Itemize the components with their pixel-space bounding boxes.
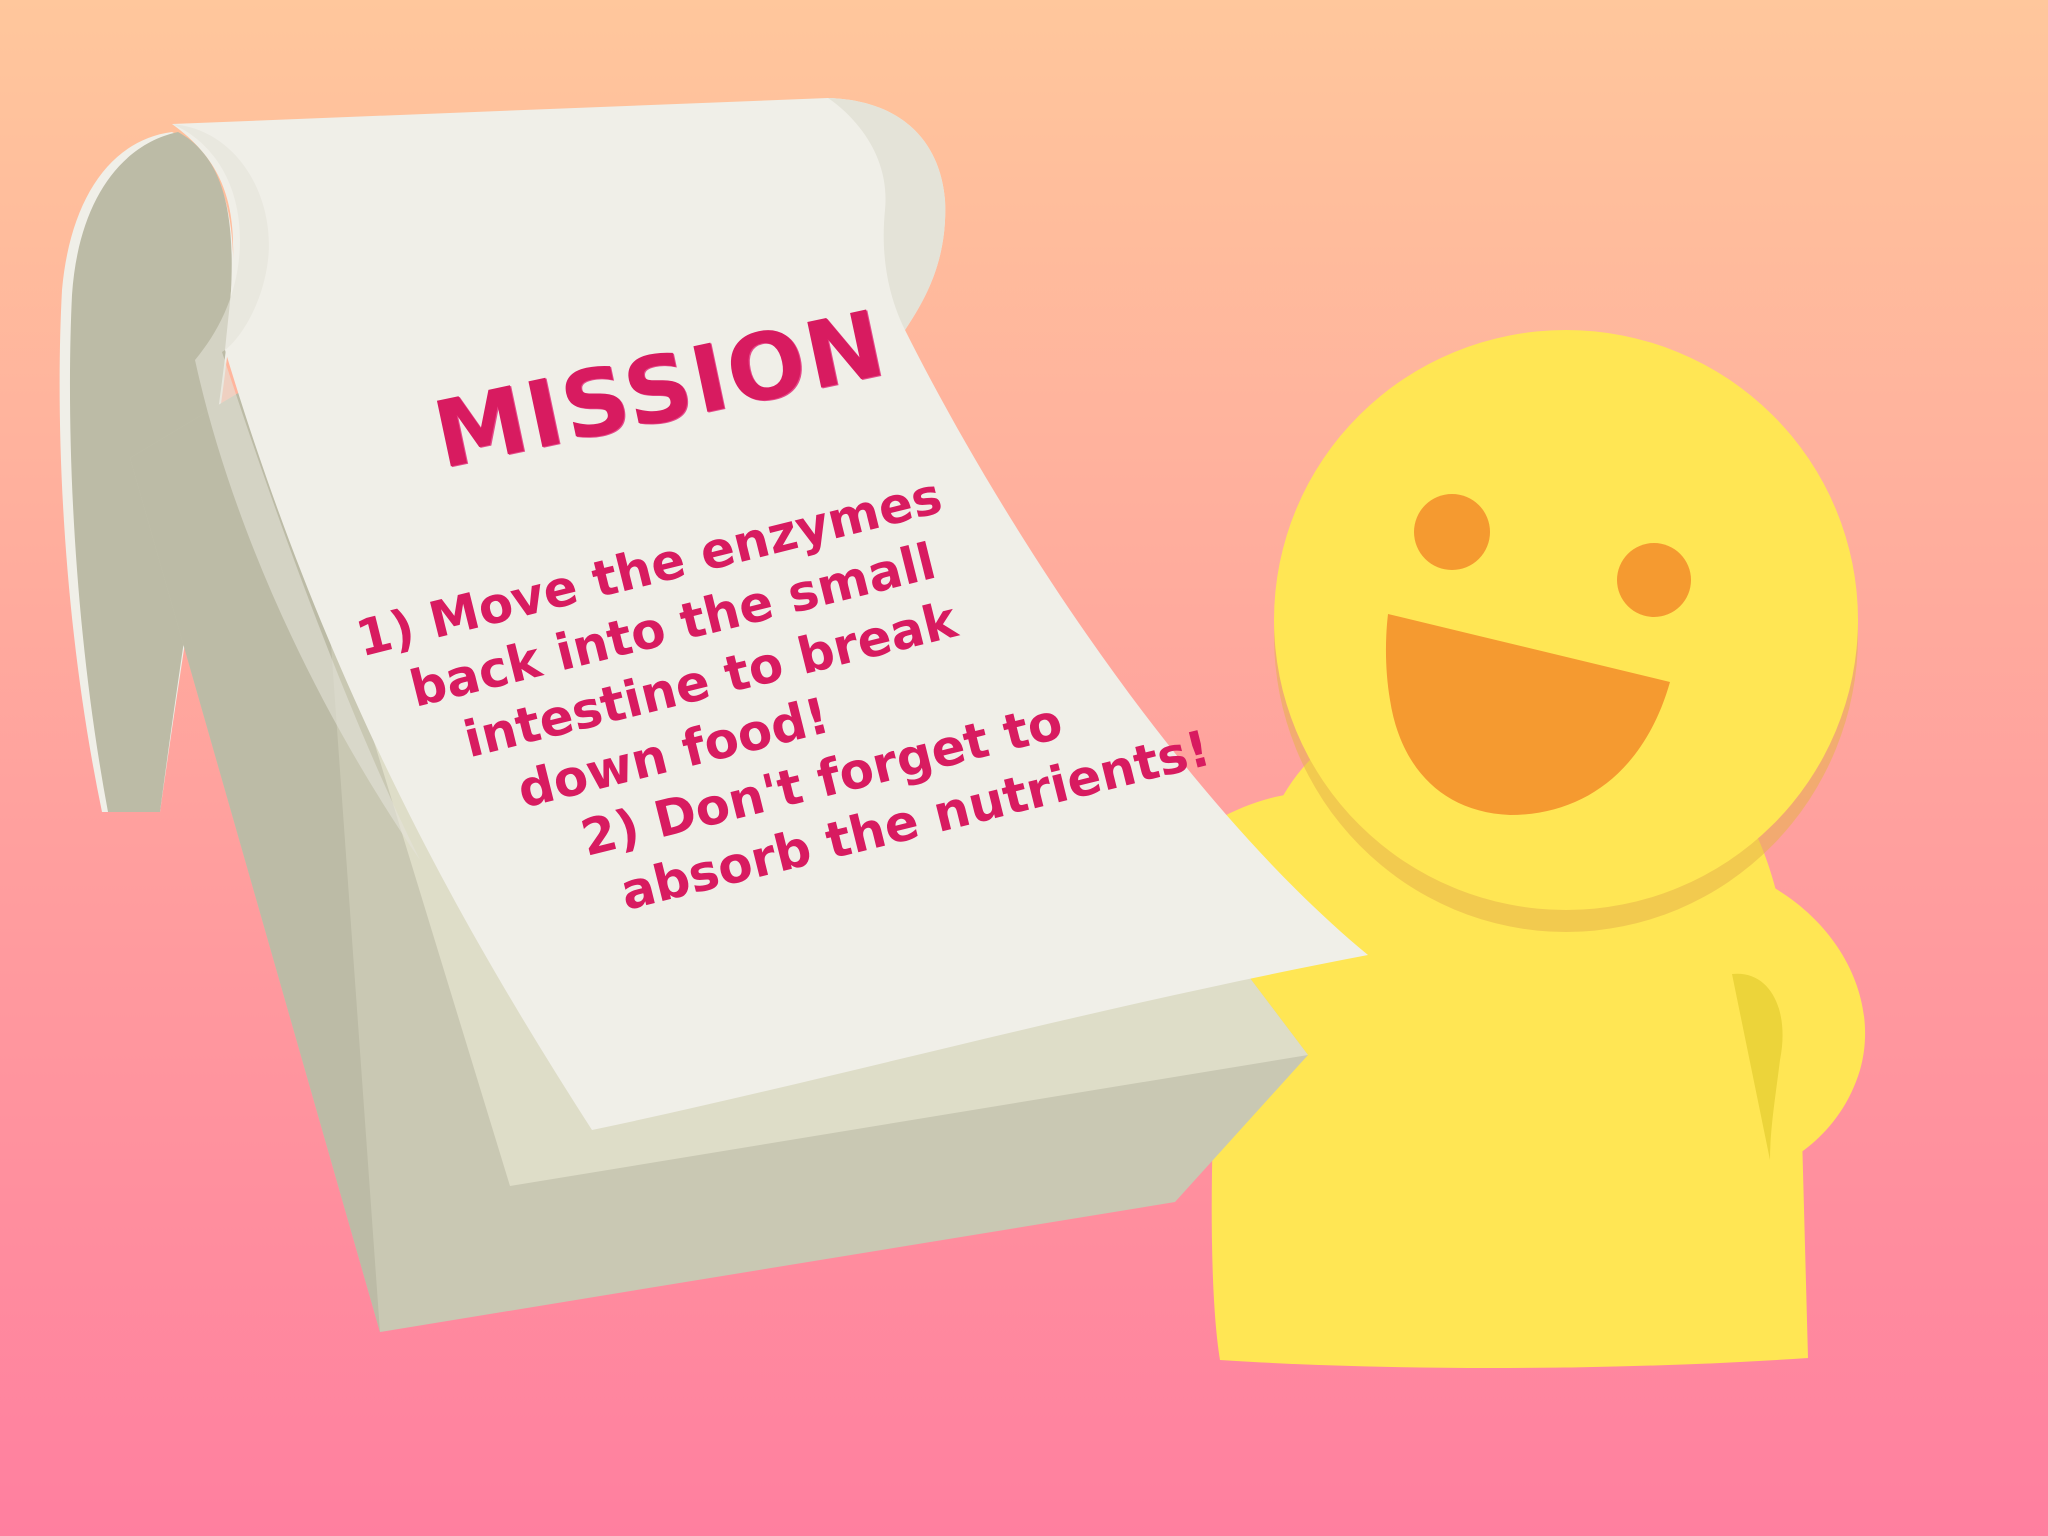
left-eye xyxy=(1414,494,1490,570)
right-eye xyxy=(1617,543,1691,617)
scene-artwork xyxy=(0,0,2048,1536)
character-head xyxy=(1274,330,1858,932)
game-scene: MISSION 1) Move the enzymes back into th… xyxy=(0,0,2048,1536)
